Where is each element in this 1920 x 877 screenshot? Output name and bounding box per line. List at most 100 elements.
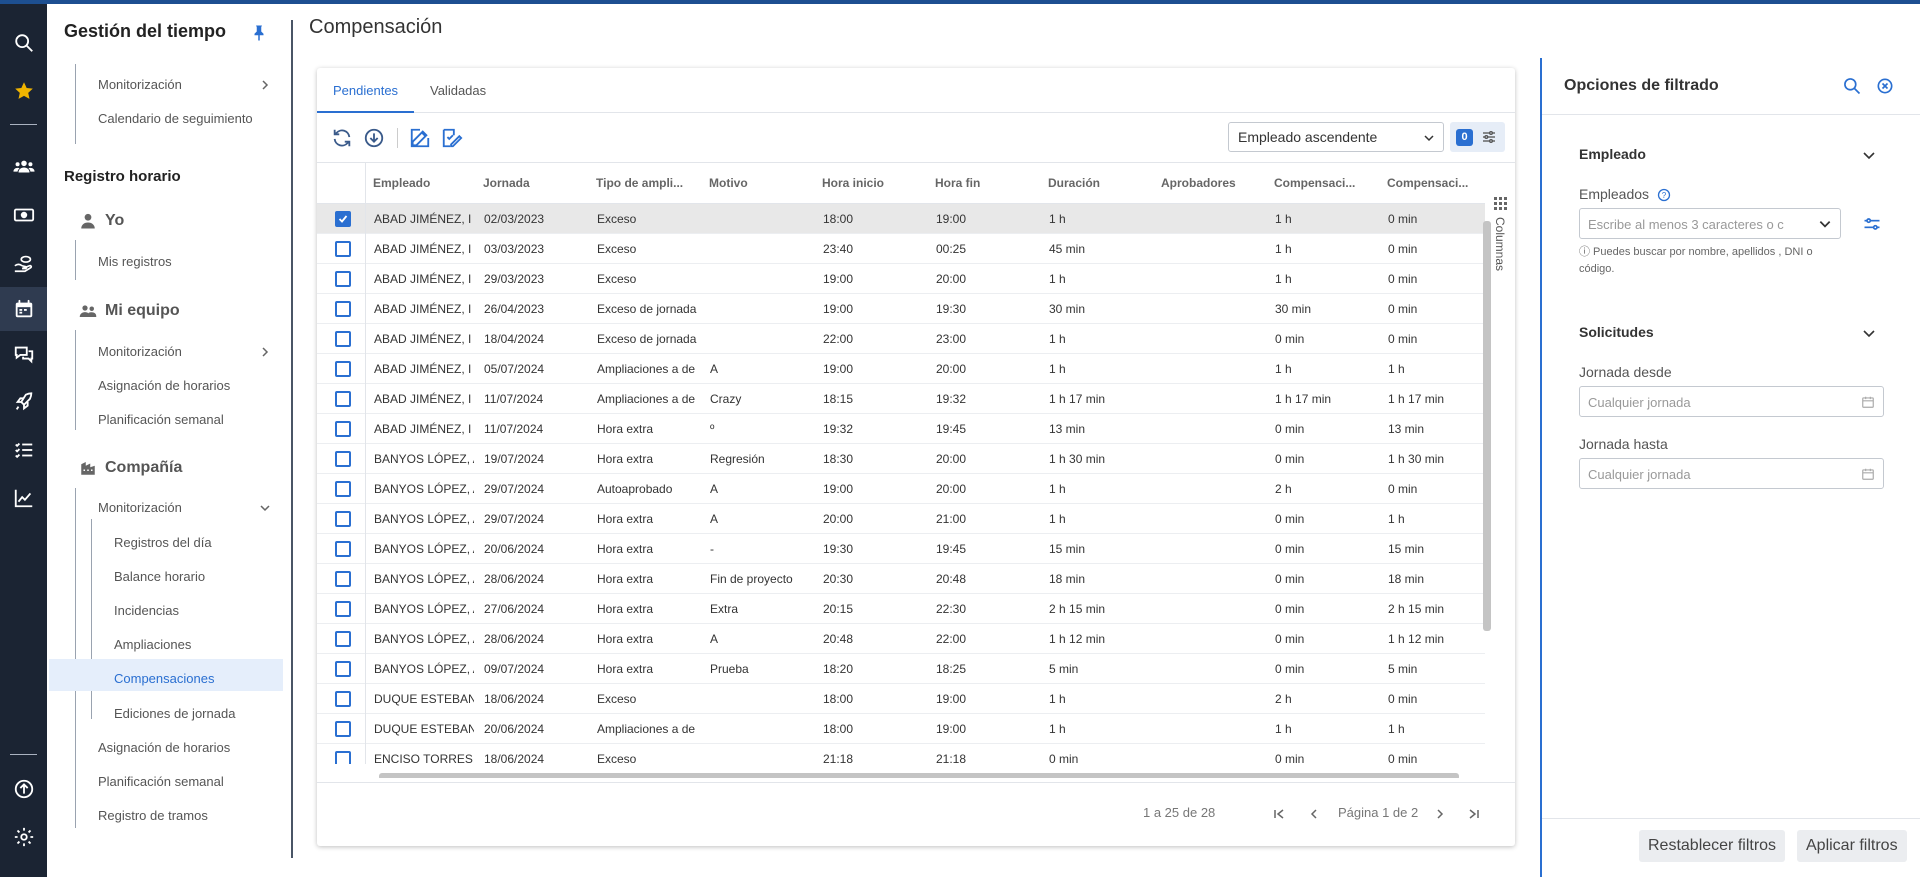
- nav-group-mi-equipo[interactable]: Mi equipo: [79, 302, 180, 320]
- calendar-icon[interactable]: [0, 287, 47, 331]
- col-header-empleado[interactable]: Empleado: [373, 176, 430, 190]
- chevron-down-icon[interactable]: [1862, 148, 1876, 162]
- col-header-duracion[interactable]: Duración: [1048, 176, 1100, 190]
- row-checkbox[interactable]: [335, 721, 351, 737]
- gear-icon[interactable]: [0, 817, 47, 857]
- first-page-icon[interactable]: [1272, 807, 1286, 821]
- col-header-jornada[interactable]: Jornada: [483, 176, 530, 190]
- chevron-down-icon[interactable]: [1862, 326, 1876, 340]
- nav-group-compania[interactable]: Compañía: [79, 459, 182, 477]
- empleados-search-input[interactable]: Escribe al menos 3 caracteres o c: [1579, 208, 1841, 239]
- col-header-aprobadores[interactable]: Aprobadores: [1161, 176, 1236, 190]
- star-icon[interactable]: [0, 71, 47, 111]
- nav-item-compensaciones[interactable]: Compensaciones: [114, 671, 214, 686]
- horizontal-scrollbar[interactable]: [379, 773, 1459, 778]
- chat-icon[interactable]: [0, 334, 47, 374]
- table-row[interactable]: BANYOS LÓPEZ, A 28/06/2024 Hora extra A 20:4…: [317, 624, 1485, 654]
- nav-item-registros-dia[interactable]: Registros del día: [114, 535, 212, 550]
- table-row[interactable]: BANYOS LÓPEZ, A 20/06/2024 Hora extra - 19:3…: [317, 534, 1485, 564]
- table-row[interactable]: ABAD JIMÉNEZ, I 29/03/2023 Exceso 19:00 20:0…: [317, 264, 1485, 294]
- nav-item-equipo-monitorizacion[interactable]: Monitorización: [98, 344, 182, 359]
- users-icon[interactable]: [0, 147, 47, 187]
- nav-item-mis-registros[interactable]: Mis registros: [98, 254, 172, 269]
- row-checkbox[interactable]: [335, 631, 351, 647]
- row-checkbox[interactable]: [335, 451, 351, 467]
- col-header-hora-inicio[interactable]: Hora inicio: [822, 176, 884, 190]
- close-icon[interactable]: [1875, 76, 1895, 96]
- table-row[interactable]: DUQUE ESTEBAN 18/06/2024 Exceso 18:00 19:00 1…: [317, 684, 1485, 714]
- row-checkbox[interactable]: [335, 361, 351, 377]
- search-icon[interactable]: [0, 23, 47, 63]
- columns-side-label[interactable]: Columnas: [1493, 217, 1507, 271]
- chart-icon[interactable]: [0, 478, 47, 518]
- row-checkbox[interactable]: [335, 241, 351, 257]
- table-row[interactable]: BANYOS LÓPEZ, A 09/07/2024 Hora extra Prueb…: [317, 654, 1485, 684]
- table-row[interactable]: BANYOS LÓPEZ, A 29/07/2024 Autoaprobado A 19…: [317, 474, 1485, 504]
- refresh-icon[interactable]: [331, 127, 353, 149]
- row-checkbox[interactable]: [335, 211, 351, 227]
- hand-money-icon[interactable]: [0, 243, 47, 283]
- table-row[interactable]: ABAD JIMÉNEZ, I 11/07/2024 Hora extra º 19:3…: [317, 414, 1485, 444]
- checklist-icon[interactable]: [0, 430, 47, 470]
- row-checkbox[interactable]: [335, 391, 351, 407]
- nav-group-yo[interactable]: Yo: [79, 212, 124, 230]
- help-icon[interactable]: ?: [1657, 188, 1671, 202]
- upload-icon[interactable]: [0, 769, 47, 809]
- advanced-filter-icon[interactable]: [1862, 214, 1882, 234]
- table-row[interactable]: ABAD JIMÉNEZ, I 18/04/2024 Exceso de jorna…: [317, 324, 1485, 354]
- row-checkbox[interactable]: [335, 691, 351, 707]
- chevron-right-icon[interactable]: [259, 79, 271, 91]
- pin-icon[interactable]: [250, 24, 268, 42]
- row-checkbox[interactable]: [335, 301, 351, 317]
- row-checkbox[interactable]: [335, 571, 351, 587]
- jornada-hasta-input[interactable]: Cualquier jornada: [1579, 458, 1884, 489]
- nav-item-compania-asignacion[interactable]: Asignación de horarios: [98, 740, 230, 755]
- nav-item-calendario[interactable]: Calendario de seguimiento: [98, 111, 253, 126]
- table-row[interactable]: BANYOS LÓPEZ, A 19/07/2024 Hora extra Regre…: [317, 444, 1485, 474]
- row-checkbox[interactable]: [335, 331, 351, 347]
- search-icon[interactable]: [1842, 76, 1862, 96]
- table-row[interactable]: ABAD JIMÉNEZ, I 03/03/2023 Exceso 23:40 00:2…: [317, 234, 1485, 264]
- col-header-hora-fin[interactable]: Hora fin: [935, 176, 980, 190]
- nav-item-incidencias[interactable]: Incidencias: [114, 603, 179, 618]
- row-checkbox[interactable]: [335, 541, 351, 557]
- calendar-icon[interactable]: [1861, 395, 1875, 409]
- filter-section-solicitudes[interactable]: Solicitudes: [1579, 324, 1654, 340]
- calendar-icon[interactable]: [1861, 467, 1875, 481]
- nav-item-compania-monitorizacion[interactable]: Monitorización: [98, 500, 182, 515]
- last-page-icon[interactable]: [1467, 807, 1481, 821]
- table-row[interactable]: ABAD JIMÉNEZ, I 11/07/2024 Ampliaciones a …: [317, 384, 1485, 414]
- edit-validate-icon[interactable]: [441, 127, 463, 149]
- sort-select[interactable]: Empleado ascendente: [1228, 122, 1444, 152]
- money-icon[interactable]: [0, 195, 47, 235]
- apply-filters-button[interactable]: Aplicar filtros: [1797, 830, 1907, 862]
- col-header-compensacion-1[interactable]: Compensaci...: [1274, 176, 1355, 190]
- tab-validadas[interactable]: Validadas: [430, 83, 486, 98]
- table-row[interactable]: ABAD JIMÉNEZ, I 26/04/2023 Exceso de jorna…: [317, 294, 1485, 324]
- row-checkbox[interactable]: [335, 751, 351, 764]
- nav-item-compania-planificacion[interactable]: Planificación semanal: [98, 774, 224, 789]
- table-row[interactable]: ENCISO TORRES, 18/06/2024 Exceso 21:18 21:18…: [317, 744, 1485, 764]
- table-row[interactable]: BANYOS LÓPEZ, A 28/06/2024 Hora extra Fin d…: [317, 564, 1485, 594]
- chevron-right-icon[interactable]: [259, 346, 271, 358]
- chevron-down-icon[interactable]: [259, 502, 271, 514]
- nav-item-ampliaciones[interactable]: Ampliaciones: [114, 637, 191, 652]
- tab-pendientes[interactable]: Pendientes: [333, 83, 398, 98]
- download-icon[interactable]: [363, 127, 385, 149]
- table-row[interactable]: BANYOS LÓPEZ, A 29/07/2024 Hora extra A 20:0…: [317, 504, 1485, 534]
- row-checkbox[interactable]: [335, 661, 351, 677]
- table-row[interactable]: DUQUE ESTEBAN 20/06/2024 Ampliaciones a de…: [317, 714, 1485, 744]
- col-header-compensacion-2[interactable]: Compensaci...: [1387, 176, 1468, 190]
- table-row[interactable]: ABAD JIMÉNEZ, I 02/03/2023 Exceso 18:00 19:0…: [317, 204, 1485, 234]
- filter-section-empleado[interactable]: Empleado: [1579, 146, 1646, 162]
- nav-item-ediciones-jornada[interactable]: Ediciones de jornada: [114, 706, 235, 721]
- nav-item-equipo-planificacion[interactable]: Planificación semanal: [98, 412, 224, 427]
- row-checkbox[interactable]: [335, 421, 351, 437]
- jornada-desde-input[interactable]: Cualquier jornada: [1579, 386, 1884, 417]
- col-header-tipo[interactable]: Tipo de ampli...: [596, 176, 683, 190]
- table-row[interactable]: BANYOS LÓPEZ, A 27/06/2024 Hora extra Extra…: [317, 594, 1485, 624]
- previous-page-icon[interactable]: [1307, 807, 1321, 821]
- nav-item-monitorizacion[interactable]: Monitorización: [98, 77, 182, 92]
- row-checkbox[interactable]: [335, 511, 351, 527]
- reset-filters-button[interactable]: Restablecer filtros: [1639, 830, 1786, 862]
